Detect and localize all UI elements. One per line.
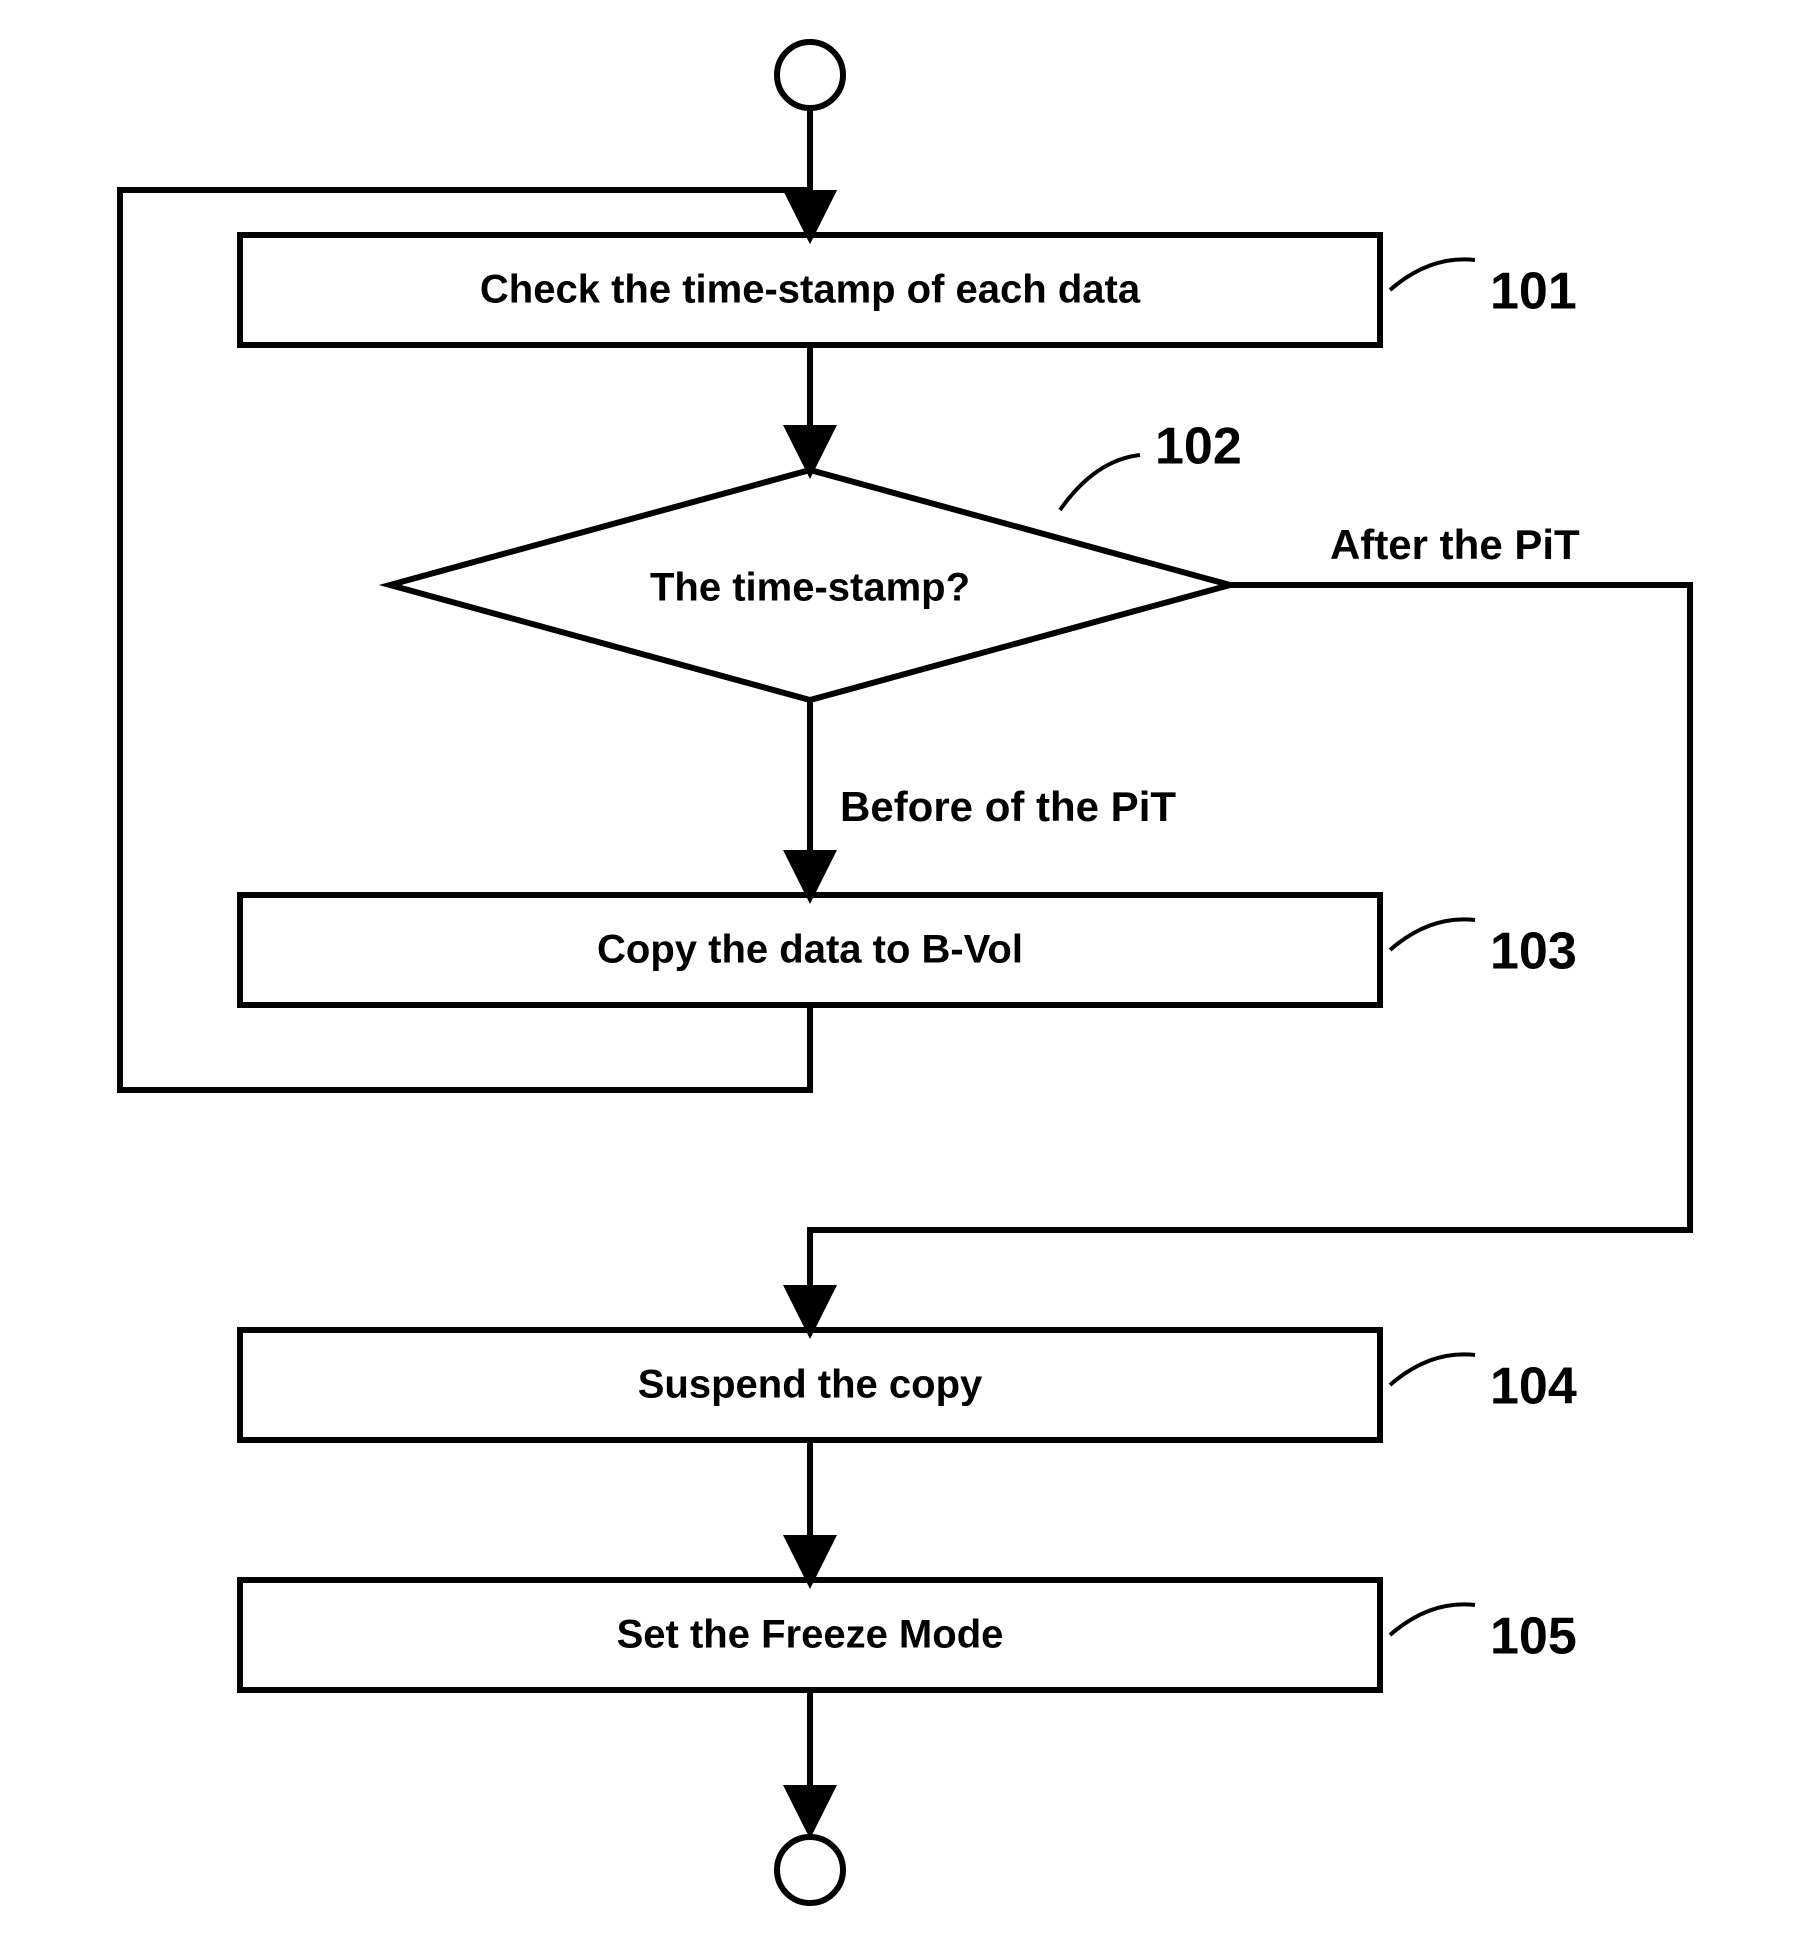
end-terminator [777, 1837, 843, 1903]
step-105-text: Set the Freeze Mode [617, 1613, 1004, 1657]
leader-101 [1390, 259, 1475, 290]
branch-after-label: After the PiT [1330, 521, 1580, 568]
branch-before-label: Before of the PiT [840, 783, 1176, 830]
step-103-text: Copy the data to B-Vol [597, 928, 1023, 972]
ref-104: 104 [1490, 1358, 1577, 1416]
ref-103: 103 [1490, 923, 1577, 981]
flowchart: Check the time-stamp of each data 101 Th… [0, 0, 1810, 1955]
leader-104 [1390, 1354, 1475, 1385]
leader-103 [1390, 919, 1475, 950]
ref-105: 105 [1490, 1608, 1577, 1666]
step-101-text: Check the time-stamp of each data [480, 268, 1141, 312]
decision-102-text: The time-stamp? [650, 566, 970, 610]
start-terminator [777, 42, 843, 108]
leader-105 [1390, 1604, 1475, 1635]
step-104-text: Suspend the copy [638, 1363, 983, 1407]
leader-102 [1060, 455, 1140, 510]
ref-102: 102 [1155, 418, 1242, 476]
ref-101: 101 [1490, 263, 1577, 321]
